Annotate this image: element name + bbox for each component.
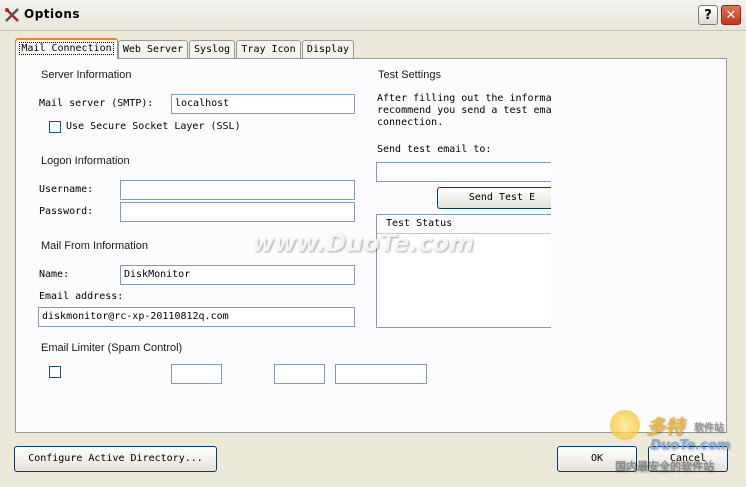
email-input[interactable]: diskmonitor@rc-xp-20110812q.com [38,307,355,327]
username-label: Username: [39,184,94,195]
watermark-brand-url: DuoTe.com [650,438,731,453]
ssl-label: Use Secure Socket Layer (SSL) [66,121,241,132]
panel-blank-area [551,59,726,432]
mascot-icon [610,410,640,440]
test-description: After filling out the informa recommend … [377,93,551,129]
username-input[interactable] [120,180,355,200]
close-button[interactable]: ✕ [721,5,741,25]
send-test-email-button[interactable]: Send Test E [437,187,567,209]
watermark-center: www.DuoTe.com [252,229,474,257]
help-button[interactable]: ? [698,5,718,25]
limiter-title: Email Limiter (Spam Control) [41,342,183,354]
test-description-line: recommend you send a test ema [377,105,551,116]
server-info-title: Server Information [41,69,132,81]
limiter-checkbox[interactable] [49,366,61,378]
send-to-label: Send test email to: [377,144,492,155]
send-to-input[interactable] [376,162,556,182]
mail-from-title: Mail From Information [41,240,148,252]
name-input[interactable]: DiskMonitor [120,265,355,285]
test-description-line: After filling out the informa [377,93,551,104]
smtp-label: Mail server (SMTP): [39,98,154,109]
password-input[interactable] [120,202,355,222]
configure-ad-button[interactable]: Configure Active Directory... [14,446,217,472]
name-label: Name: [39,269,70,280]
tab-display[interactable]: Display [302,40,354,58]
test-settings-title: Test Settings [378,69,441,81]
logon-info-title: Logon Information [41,155,130,167]
watermark-brand-suffix: 软件站 [694,423,724,434]
tab-web-server[interactable]: Web Server [118,40,188,58]
smtp-input[interactable]: localhost [171,94,355,114]
ssl-checkbox[interactable] [49,121,61,133]
watermark-tagline: 国内最安全的软件站 [615,460,714,473]
limiter-minutes-input[interactable] [274,364,325,384]
tab-label: Mail Connection [19,42,114,55]
title-bar [0,0,746,31]
tab-syslog[interactable]: Syslog [189,40,235,58]
tab-mail-connection[interactable]: Mail Connection [15,38,118,59]
limiter-count-input[interactable] [171,364,222,384]
test-description-line: connection. [377,117,444,128]
tab-tray-icon[interactable]: Tray Icon [236,40,301,58]
email-label: Email address: [39,291,124,302]
limiter-unit-dropdown[interactable] [335,364,427,384]
password-label: Password: [39,206,94,217]
tools-icon [5,8,19,22]
watermark-brand: 多特 [646,416,685,438]
window-title: Options [24,7,81,21]
